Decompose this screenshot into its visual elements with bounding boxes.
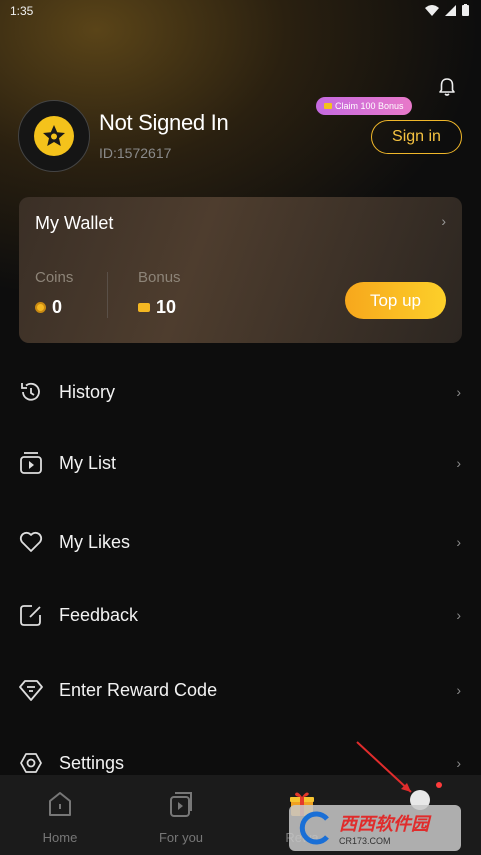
avatar-star-badge	[34, 116, 74, 156]
profile-id: ID:1572617	[99, 145, 172, 161]
heart-icon	[19, 531, 43, 552]
watermark: 西西软件园 CR173.COM	[289, 805, 461, 851]
notification-bell-icon[interactable]	[436, 76, 458, 98]
status-icons	[425, 4, 469, 16]
avatar[interactable]	[18, 100, 90, 172]
chevron-right-icon: ›	[441, 213, 446, 229]
nav-label-home: Home	[42, 830, 78, 845]
watermark-domain: CR173.COM	[339, 836, 391, 846]
home-icon	[49, 792, 71, 816]
chevron-right-icon: ›	[456, 607, 461, 623]
coins-label: Coins	[35, 269, 74, 286]
my-list-icon	[20, 452, 42, 474]
menu-item-label: My List	[59, 452, 117, 473]
wallet-card[interactable]: My Wallet › Coins 0 Bonus 10 Top up	[19, 197, 462, 343]
settings-icon	[20, 753, 42, 773]
coin-stack-icon	[324, 103, 332, 109]
claim-bonus-badge[interactable]: Claim 100 Bonus	[316, 97, 412, 115]
bonus-ticket-icon	[138, 303, 150, 312]
bonus-value-row: 10	[138, 297, 176, 318]
menu-item-label: My Likes	[59, 531, 131, 552]
watermark-logo-icon	[299, 811, 329, 845]
reward-code-icon	[19, 680, 43, 701]
status-bar: 1:35	[0, 0, 481, 22]
menu-item-my-list[interactable]: My List ›	[18, 443, 463, 483]
bonus-value: 10	[156, 297, 177, 317]
coin-icon	[35, 302, 46, 313]
chevron-right-icon: ›	[456, 682, 461, 698]
battery-icon	[462, 4, 469, 16]
menu-item-reward-code[interactable]: Enter Reward Code ›	[18, 670, 463, 710]
star-icon	[43, 125, 65, 146]
sign-in-button[interactable]: Sign in	[371, 120, 462, 154]
menu-item-history[interactable]: History ›	[18, 372, 463, 412]
wallet-title: My Wallet	[35, 213, 114, 233]
signal-icon	[445, 4, 456, 16]
menu-item-label: History	[59, 381, 116, 402]
notification-dot	[436, 782, 442, 788]
status-time: 1:35	[10, 4, 34, 18]
chevron-right-icon: ›	[456, 384, 461, 400]
chevron-right-icon: ›	[456, 455, 461, 471]
nav-tab-for-you[interactable]: For you	[141, 789, 221, 845]
wifi-icon	[425, 4, 439, 16]
bonus-label: Bonus	[138, 269, 181, 286]
nav-label-for-you: For you	[158, 830, 204, 845]
menu-item-my-likes[interactable]: My Likes ›	[18, 522, 463, 562]
nav-tab-home[interactable]: Home	[20, 789, 100, 845]
coins-value-row: 0	[35, 297, 62, 318]
chevron-right-icon: ›	[456, 534, 461, 550]
top-up-button[interactable]: Top up	[345, 282, 446, 319]
feedback-icon	[20, 605, 41, 626]
history-icon	[21, 382, 40, 401]
menu-item-feedback[interactable]: Feedback ›	[18, 595, 463, 635]
menu-item-label: Settings	[59, 752, 125, 773]
chevron-right-icon: ›	[456, 755, 461, 771]
wallet-divider	[107, 272, 108, 318]
claim-bonus-label: Claim 100 Bonus	[335, 101, 404, 111]
coins-value: 0	[52, 297, 63, 317]
menu-item-label: Enter Reward Code	[59, 679, 218, 700]
watermark-brand: 西西软件园	[339, 814, 429, 834]
profile-name: Not Signed In	[99, 110, 229, 135]
menu-item-label: Feedback	[59, 604, 139, 625]
for-you-icon	[170, 792, 192, 817]
